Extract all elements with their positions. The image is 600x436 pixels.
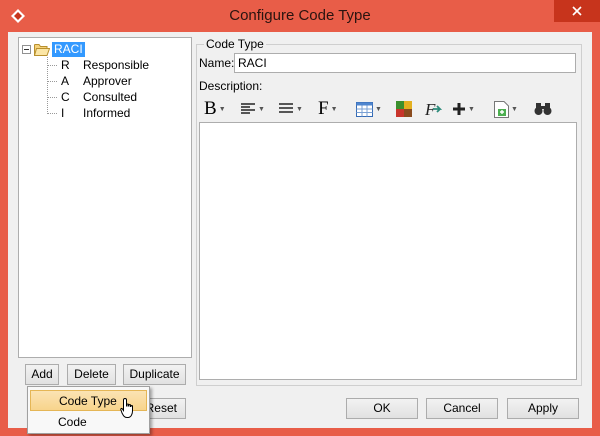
delete-button[interactable]: Delete [67, 364, 116, 385]
font-button[interactable]: F ▼ [318, 98, 338, 120]
tree-item-code: C [61, 90, 70, 104]
tree-item-name: Approver [83, 74, 132, 88]
tree-root-label[interactable]: RACI [52, 41, 85, 57]
tree-item-consulted[interactable]: C Consulted [47, 89, 137, 105]
ok-button[interactable]: OK [346, 398, 418, 419]
folder-open-icon [34, 43, 50, 56]
mouse-cursor-icon [120, 397, 133, 418]
window-frame-right [592, 32, 600, 436]
dropdown-arrow-icon: ▼ [218, 105, 226, 113]
dropdown-arrow-icon: ▼ [296, 105, 303, 113]
dropdown-arrow-icon: ▼ [375, 105, 382, 113]
color-button[interactable] [396, 98, 412, 120]
table-button[interactable]: ▼ [356, 98, 382, 120]
dialog-body: RACI R Responsible A Approver C Consulte… [8, 32, 592, 434]
list-button[interactable]: ▼ [278, 98, 303, 120]
tree-item-approver[interactable]: A Approver [47, 73, 132, 89]
description-label: Description: [199, 79, 263, 93]
cancel-button[interactable]: Cancel [426, 398, 498, 419]
list-icon [279, 103, 293, 113]
description-editor[interactable] [199, 122, 577, 380]
group-title: Code Type [204, 37, 266, 51]
dropdown-arrow-icon: ▼ [258, 105, 265, 113]
dropdown-arrow-icon: ▼ [330, 105, 338, 113]
apply-button[interactable]: Apply [507, 398, 579, 419]
tree-item-code: A [61, 74, 70, 88]
tree-item-responsible[interactable]: R Responsible [47, 57, 149, 73]
find-button[interactable] [534, 98, 552, 120]
tree-item-name: Informed [83, 106, 131, 120]
find-binoculars-icon [534, 103, 552, 115]
bold-icon: B [204, 98, 217, 119]
color-picker-icon [396, 101, 412, 117]
insert-button[interactable]: ▼ [452, 98, 475, 120]
bold-button[interactable]: B ▼ [204, 98, 226, 120]
add-button[interactable]: Add [25, 364, 59, 385]
align-button[interactable]: ▼ [240, 98, 265, 120]
tree-item-code: R [61, 58, 70, 72]
name-label: Name: [199, 56, 235, 70]
window-title: Configure Code Type [229, 7, 371, 24]
tree-item-code: I [61, 106, 65, 120]
font-icon: F [318, 98, 329, 119]
tree-item-name: Responsible [83, 58, 150, 72]
close-x-icon [572, 6, 582, 16]
collapse-icon[interactable] [22, 44, 31, 54]
tree-item-name: Consulted [83, 90, 138, 104]
dropdown-arrow-icon: ▼ [511, 105, 518, 113]
close-button[interactable] [554, 0, 600, 22]
insert-image-icon [494, 100, 509, 118]
tree-item-informed[interactable]: I Informed [47, 105, 130, 121]
window-frame-left [0, 32, 8, 436]
align-left-icon [241, 103, 255, 114]
clear-format-icon: F [424, 100, 442, 118]
code-type-tree[interactable]: RACI R Responsible A Approver C Consulte… [18, 37, 192, 358]
table-icon [356, 101, 373, 117]
clear-format-button[interactable]: F [424, 98, 442, 120]
title-bar[interactable]: Configure Code Type [0, 0, 600, 32]
dropdown-arrow-icon: ▼ [468, 105, 475, 113]
insert-plus-icon [453, 103, 465, 115]
tree-root-raci[interactable]: RACI [22, 41, 85, 57]
name-field[interactable]: RACI [234, 53, 576, 73]
insert-image-button[interactable]: ▼ [494, 98, 518, 120]
duplicate-button[interactable]: Duplicate [123, 364, 186, 385]
